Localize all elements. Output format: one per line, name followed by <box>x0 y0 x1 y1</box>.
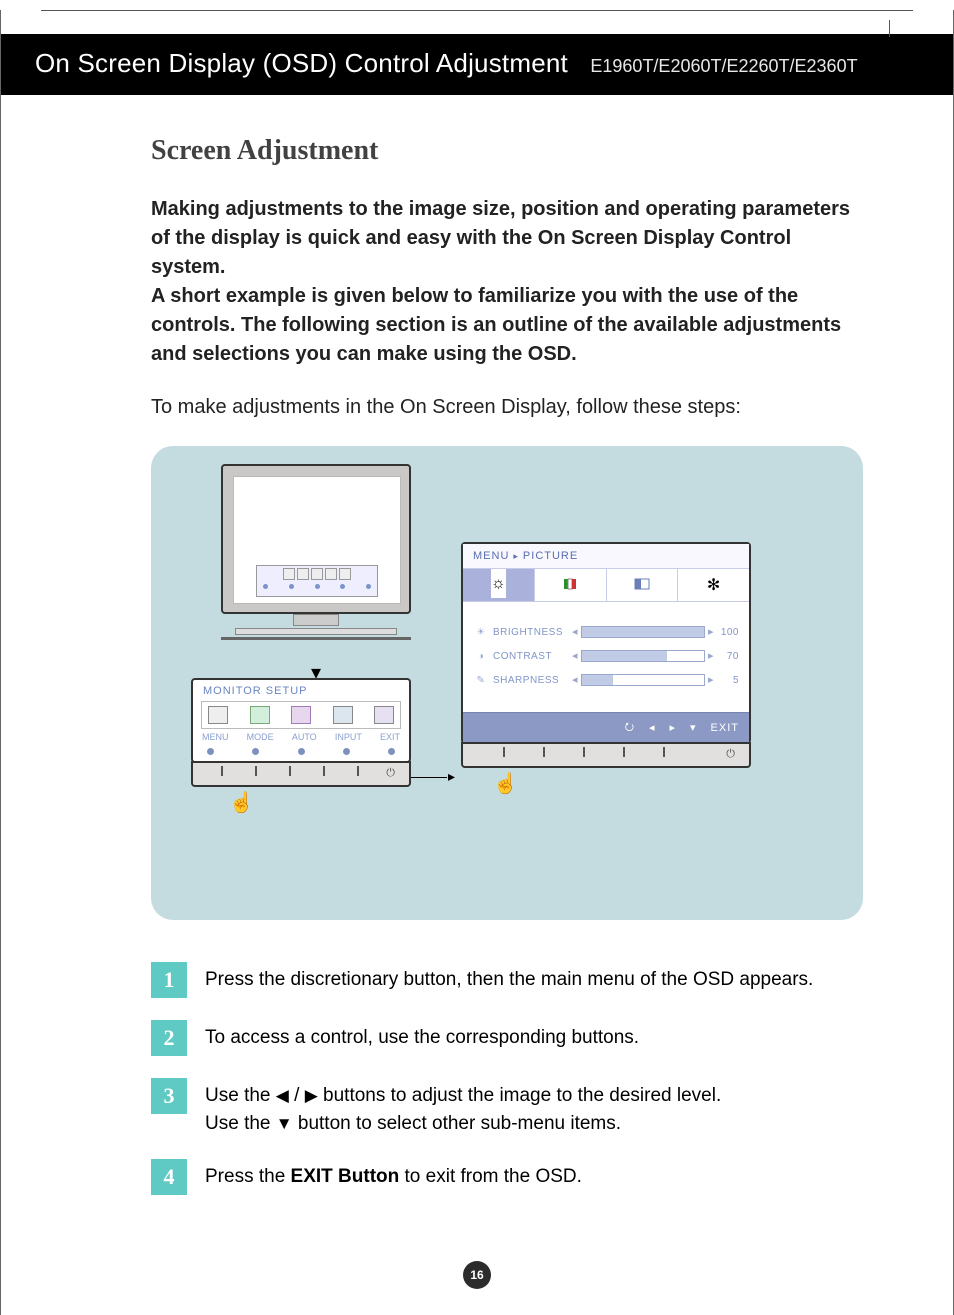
step-text: Press the discretionary button, then the… <box>205 962 813 994</box>
triangle-right-icon: ▸ <box>513 551 519 562</box>
sharpness-icon: ✎ <box>473 675 489 686</box>
step-text: Use the ◀ / ▶ buttons to adjust the imag… <box>205 1078 721 1137</box>
setup-icon-4 <box>333 706 353 724</box>
steps-list: 1 Press the discretionary button, then t… <box>151 962 863 1195</box>
btn-auto: AUTO <box>292 732 317 742</box>
power-icon: ⏻ <box>726 748 735 761</box>
contrast-icon: ◑ <box>473 651 489 662</box>
step-number: 2 <box>151 1020 187 1056</box>
setup-icon-2 <box>250 706 270 724</box>
btn-exit: EXIT <box>380 732 400 742</box>
step-number: 1 <box>151 962 187 998</box>
color-tab-icon <box>563 578 577 590</box>
gear-tab-icon: ✻ <box>707 571 720 600</box>
brightness-tab-icon: ☼ <box>491 569 506 598</box>
triangle-left-icon: ◀ <box>276 1086 289 1105</box>
step-1: 1 Press the discretionary button, then t… <box>151 962 863 998</box>
triangle-down-icon: ▼ <box>276 1114 293 1133</box>
display-tab-icon <box>634 578 650 590</box>
monitor-setup-label: MONITOR SETUP <box>203 685 399 697</box>
nav-down-icon: ▾ <box>690 721 697 734</box>
power-icon: ⏻ <box>386 767 395 780</box>
intro-instruction: To make adjustments in the On Screen Dis… <box>151 393 863 422</box>
nav-right-icon: ▸ <box>669 721 676 734</box>
hand-pointer-icon: ☝ <box>493 771 518 796</box>
setup-icon-1 <box>208 706 228 724</box>
brightness-icon: ☀ <box>473 627 489 638</box>
section-title: Screen Adjustment <box>151 135 863 167</box>
row-brightness: ☀ BRIGHTNESS 100 <box>473 626 739 638</box>
row-sharpness: ✎ SHARPNESS 5 <box>473 674 739 686</box>
setup-icon-3 <box>291 706 311 724</box>
tab-color <box>535 569 607 601</box>
nav-exit-label: EXIT <box>711 722 739 734</box>
page-number: 16 <box>463 1261 491 1289</box>
btn-menu: MENU <box>202 732 229 742</box>
step-2: 2 To access a control, use the correspon… <box>151 1020 863 1056</box>
monitor-setup-panel: MONITOR SETUP MENU MODE AUTO INPUT EXIT <box>191 678 411 787</box>
triangle-right-icon: ▶ <box>305 1086 318 1105</box>
btn-input: INPUT <box>335 732 362 742</box>
header-title: On Screen Display (OSD) Control Adjustme… <box>35 48 568 78</box>
row-contrast: ◑ CONTRAST 70 <box>473 650 739 662</box>
step-text: Press the EXIT Button to exit from the O… <box>205 1159 582 1191</box>
btn-mode: MODE <box>247 732 274 742</box>
monitor-illustration <box>221 464 411 642</box>
page-header: On Screen Display (OSD) Control Adjustme… <box>1 34 953 95</box>
step-3: 3 Use the ◀ / ▶ buttons to adjust the im… <box>151 1078 863 1137</box>
menu-prefix: MENU <box>473 550 509 562</box>
intro-bold-text: Making adjustments to the image size, po… <box>151 195 863 369</box>
step-text: To access a control, use the correspondi… <box>205 1020 639 1052</box>
nav-left-icon: ◂ <box>649 721 656 734</box>
picture-menu-panel: MENU ▸ PICTURE ☼ ✻ ☀ BRIGHTNESS <box>461 542 751 768</box>
tab-picture: ☼ <box>463 569 535 601</box>
hand-pointer-icon: ☝ <box>229 790 254 815</box>
step-4: 4 Press the EXIT Button to exit from the… <box>151 1159 863 1195</box>
header-models: E1960T/E2060T/E2260T/E2360T <box>590 56 857 76</box>
tab-display <box>607 569 679 601</box>
tab-others: ✻ <box>678 569 749 601</box>
nav-up-icon: ⭮ <box>625 718 635 737</box>
setup-icon-5 <box>374 706 394 724</box>
menu-title: PICTURE <box>523 550 578 562</box>
step-number: 3 <box>151 1078 187 1114</box>
osd-diagram: ▾ MONITOR SETUP MENU MODE <box>151 446 863 920</box>
step-number: 4 <box>151 1159 187 1195</box>
